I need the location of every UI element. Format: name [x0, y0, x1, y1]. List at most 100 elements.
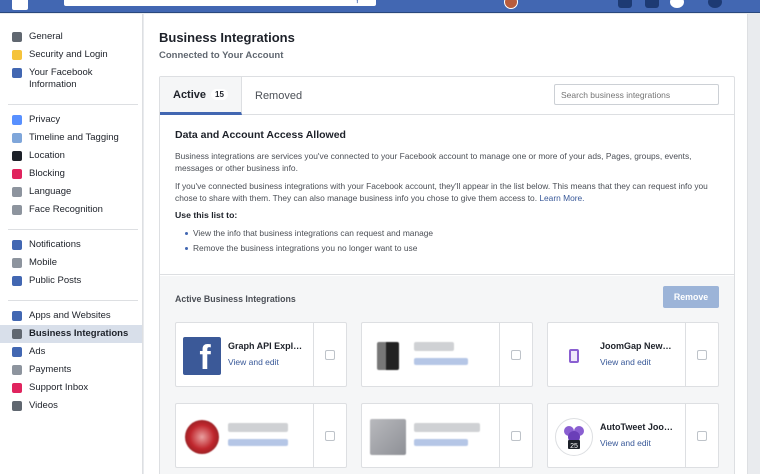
select-checkbox[interactable] [511, 349, 521, 360]
app-tile[interactable] [361, 403, 533, 468]
gears-icon [10, 31, 23, 43]
gear-icon [10, 328, 23, 340]
info-paragraph-1: Business integrations are services you'v… [175, 151, 692, 173]
payments-icon [10, 364, 23, 376]
app-tile[interactable]: 25 AutoTweet Joo… View and edit [547, 403, 719, 468]
sidebar-item-payments[interactable]: Payments [0, 361, 142, 379]
svg-text:25: 25 [570, 443, 578, 450]
avatar[interactable] [504, 0, 518, 9]
tab-removed[interactable]: Removed [255, 77, 302, 114]
info-paragraph-2: If you've connected business integration… [175, 180, 719, 204]
info-heading: Data and Account Access Allowed [175, 129, 346, 141]
sidebar-item-label: Public Posts [29, 275, 82, 286]
active-integrations-heading: Active Business Integrations [175, 294, 296, 304]
select-zone [499, 404, 532, 467]
sidebar-item-blocking[interactable]: Blocking [0, 165, 142, 183]
active-count-badge: 15 [211, 89, 228, 100]
view-and-edit-link[interactable]: View and edit [228, 357, 279, 367]
face-icon [10, 204, 23, 216]
sidebar-item-general[interactable]: General [0, 28, 142, 46]
view-and-edit-link[interactable]: View and edit [600, 438, 651, 448]
sidebar-item-label: Your Facebook Information [29, 67, 93, 90]
learn-more-link[interactable]: Learn More. [539, 193, 584, 203]
sidebar-item-label: Privacy [29, 114, 61, 125]
sidebar-group: Privacy Timeline and Tagging Location Block… [0, 111, 142, 223]
sidebar-item-location[interactable]: Location [0, 147, 142, 165]
select-checkbox[interactable] [325, 349, 335, 360]
sidebar-item-label: Business Integrations [29, 328, 129, 339]
timeline-icon [10, 132, 23, 144]
sidebar-item-label: Language [29, 186, 72, 197]
ads-icon [10, 346, 23, 358]
active-integrations-area: Active Business Integrations Remove f Gr… [160, 276, 734, 474]
search-integrations-input[interactable] [554, 84, 719, 105]
sidebar-group: Apps and Websites Business Integrations Ad… [0, 307, 142, 419]
app-name: AutoTweet Joo… [600, 422, 673, 432]
lifebuoy-icon [10, 382, 23, 394]
info-paragraph-2-text: If you've connected business integration… [175, 181, 708, 203]
sidebar-item-face-recognition[interactable]: Face Recognition [0, 201, 142, 219]
app-tile[interactable] [175, 403, 347, 468]
facebook-logo-icon: f [183, 337, 221, 375]
sidebar-item-timeline-and-tagging[interactable]: Timeline and Tagging [0, 129, 142, 147]
sidebar-item-label: Mobile [29, 257, 57, 268]
select-zone [685, 323, 718, 386]
sidebar-item-videos[interactable]: Videos [0, 397, 142, 415]
sidebar-item-apps-and-websites[interactable]: Apps and Websites [0, 307, 142, 325]
select-checkbox[interactable] [697, 430, 707, 441]
app-tile[interactable]: f Graph API Expl… View and edit [175, 322, 347, 387]
sidebar-item-label: Ads [29, 346, 46, 357]
sidebar-item-business-integrations[interactable]: Business Integrations [0, 325, 142, 343]
sidebar-item-ads[interactable]: Ads [0, 343, 142, 361]
app-name: JoomGap New… [600, 341, 672, 351]
select-checkbox[interactable] [511, 430, 521, 441]
blurred-app-link [228, 439, 288, 446]
lock-icon [10, 114, 23, 126]
sidebar-item-your-facebook-information[interactable]: Your Facebook Information [0, 64, 142, 94]
tab-active-label: Active [173, 88, 207, 101]
globe-icon [10, 239, 23, 251]
app-tile[interactable] [361, 322, 533, 387]
sidebar-item-mobile[interactable]: Mobile [0, 254, 142, 272]
blurred-app-link [414, 439, 468, 446]
sidebar-item-public-posts[interactable]: Public Posts [0, 272, 142, 290]
sidebar-item-label: Support Inbox [29, 382, 89, 393]
friend-requests-icon[interactable] [618, 0, 632, 8]
top-navigation-bar: ⚲ [0, 0, 760, 13]
rss-icon [10, 275, 23, 287]
sidebar-item-notifications[interactable]: Notifications [0, 236, 142, 254]
view-and-edit-link[interactable]: View and edit [600, 357, 651, 367]
sidebar-item-label: Timeline and Tagging [29, 132, 119, 143]
sidebar-item-label: General [29, 31, 63, 42]
messages-icon[interactable] [645, 0, 659, 8]
sidebar-divider [8, 104, 138, 105]
app-name: Graph API Expl… [228, 341, 303, 351]
search-icon[interactable]: ⚲ [354, 0, 366, 4]
sidebar-item-label: Face Recognition [29, 204, 103, 215]
notifications-icon[interactable] [670, 0, 684, 8]
tab-active[interactable]: Active 15 [160, 77, 242, 115]
facebook-logo-icon[interactable] [12, 0, 28, 10]
remove-button[interactable]: Remove [663, 286, 719, 308]
mobile-app-icon [555, 337, 593, 375]
select-checkbox[interactable] [697, 349, 707, 360]
language-icon [10, 186, 23, 198]
info-section: Data and Account Access Allowed Business… [160, 115, 734, 275]
main-panel: Business Integrations Connected to Your … [144, 14, 748, 474]
sidebar-item-support-inbox[interactable]: Support Inbox [0, 379, 142, 397]
sidebar-item-label: Payments [29, 364, 72, 375]
select-checkbox[interactable] [325, 430, 335, 441]
sidebar-item-language[interactable]: Language [0, 183, 142, 201]
sidebar-item-privacy[interactable]: Privacy [0, 111, 142, 129]
use-list: View the info that business integrations… [175, 226, 719, 256]
page-title: Business Integrations [159, 30, 295, 45]
integrations-card: Active 15 Removed Data and Account Acces… [159, 76, 735, 474]
autotweet-icon: 25 [555, 418, 593, 456]
help-icon[interactable] [708, 0, 722, 8]
blurred-app-link [414, 358, 468, 365]
app-tile[interactable]: JoomGap New… View and edit [547, 322, 719, 387]
block-icon [10, 168, 23, 180]
sidebar-item-security-and-login[interactable]: Security and Login [0, 46, 142, 64]
global-search-input[interactable] [64, 0, 376, 6]
shield-icon [10, 49, 23, 61]
